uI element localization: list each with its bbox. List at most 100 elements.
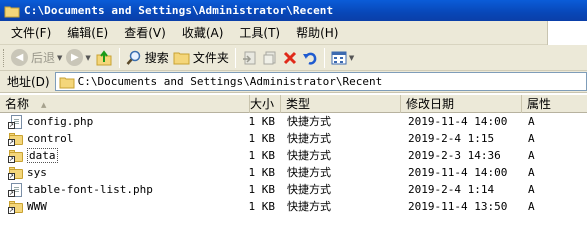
views-dropdown-icon[interactable]: ▼ [349, 54, 354, 62]
column-header-modified[interactable]: 修改日期 [401, 95, 522, 113]
list-item[interactable]: ↗ table-font-list.php 1 KB 快捷方式 2019-2-4… [0, 181, 587, 198]
document-shortcut-icon: ↗ [8, 114, 24, 129]
file-modified: 2019-2-4 1:15 [408, 132, 495, 145]
file-attributes: A [528, 149, 535, 162]
folder-shortcut-icon: ↗ [8, 149, 24, 163]
column-name-label: 名称 [5, 97, 30, 111]
views-button[interactable]: ▼ [329, 47, 356, 69]
list-item[interactable]: ↗ sys 1 KB 快捷方式 2019-11-4 14:00 A [0, 164, 587, 181]
file-attributes: A [528, 166, 535, 179]
back-button[interactable]: ◀ 后退 ▼ [9, 47, 64, 69]
list-item[interactable]: ↗ WWW 1 KB 快捷方式 2019-11-4 13:50 A [0, 198, 587, 215]
file-size: 1 KB [248, 132, 276, 145]
toolbar: ◀ 后退 ▼ ▶ ▼ 搜索 文件夹 ▼ [0, 45, 587, 71]
menu-help[interactable]: 帮助(H) [288, 23, 346, 43]
undo-button[interactable] [300, 47, 320, 69]
file-modified: 2019-11-4 14:00 [408, 166, 508, 179]
toolbar-separator [118, 47, 120, 68]
list-item-name-cell: ↗ config.php [8, 113, 93, 130]
file-size: 1 KB [248, 200, 276, 213]
file-modified: 2019-2-4 1:14 [408, 183, 495, 196]
file-name: WWW [27, 200, 47, 213]
list-item[interactable]: ↗ data 1 KB 快捷方式 2019-2-3 14:36 A [0, 147, 587, 164]
list-item[interactable]: ↗ config.php 1 KB 快捷方式 2019-11-4 14:00 A [0, 113, 587, 130]
window-title: C:\Documents and Settings\Administrator\… [24, 4, 334, 17]
windows-logo-area [547, 21, 587, 45]
file-name: control [27, 132, 74, 145]
folders-icon [173, 52, 190, 65]
menu-view[interactable]: 查看(V) [116, 23, 174, 43]
up-folder-button[interactable] [93, 47, 115, 69]
address-input[interactable]: C:\Documents and Settings\Administrator\… [54, 72, 587, 91]
file-size: 1 KB [248, 166, 276, 179]
file-type: 快捷方式 [287, 149, 331, 162]
undo-icon [302, 52, 317, 65]
file-modified: 2019-11-4 14:00 [408, 115, 508, 128]
copy-to-icon [263, 51, 276, 64]
back-label: 后退 [31, 51, 56, 65]
toolbar-separator [234, 47, 236, 68]
list-item-name-cell: ↗ WWW [8, 198, 47, 215]
move-to-icon [242, 51, 256, 64]
folder-icon [59, 75, 75, 89]
document-shortcut-icon: ↗ [8, 182, 24, 197]
file-list: ↗ config.php 1 KB 快捷方式 2019-11-4 14:00 A… [0, 113, 587, 215]
file-size: 1 KB [248, 115, 276, 128]
forward-button[interactable]: ▶ ▼ [64, 47, 92, 69]
folder-shortcut-icon: ↗ [8, 200, 24, 214]
file-type: 快捷方式 [287, 115, 331, 128]
file-size: 1 KB [248, 149, 276, 162]
file-type: 快捷方式 [287, 183, 331, 196]
address-path: C:\Documents and Settings\Administrator\… [77, 75, 383, 88]
file-name: config.php [27, 115, 94, 128]
forward-arrow-icon: ▶ [66, 49, 84, 66]
menu-edit[interactable]: 编辑(E) [59, 23, 116, 43]
column-modified-label: 修改日期 [406, 97, 455, 111]
back-dropdown-icon[interactable]: ▼ [57, 54, 62, 62]
file-attributes: A [528, 132, 535, 145]
list-item-name-cell: ↗ data [8, 147, 58, 164]
column-attributes-label: 属性 [527, 97, 552, 111]
menu-favorites[interactable]: 收藏(A) [174, 23, 232, 43]
column-header-name[interactable]: 名称 ▲ [0, 95, 250, 113]
file-attributes: A [528, 200, 535, 213]
copy-to-button[interactable] [260, 47, 280, 69]
folders-button[interactable]: 文件夹 [171, 47, 231, 69]
folder-icon [4, 4, 20, 18]
toolbar-grip[interactable] [3, 48, 6, 67]
column-header-type[interactable]: 类型 [281, 95, 401, 113]
folders-label: 文件夹 [192, 51, 229, 65]
column-type-label: 类型 [286, 97, 311, 111]
file-modified: 2019-2-3 14:36 [408, 149, 501, 162]
views-icon [331, 51, 347, 64]
search-label: 搜索 [144, 51, 169, 65]
file-modified: 2019-11-4 13:50 [408, 200, 508, 213]
toolbar-separator [323, 47, 325, 68]
sort-ascending-icon: ▲ [41, 101, 47, 109]
delete-button[interactable] [280, 47, 300, 69]
menu-file[interactable]: 文件(F) [0, 23, 59, 43]
move-to-button[interactable] [240, 47, 260, 69]
file-name: sys [27, 166, 47, 179]
delete-icon [283, 51, 296, 64]
search-icon [126, 50, 141, 65]
back-arrow-icon: ◀ [11, 49, 28, 66]
file-type: 快捷方式 [287, 132, 331, 145]
search-button[interactable]: 搜索 [124, 47, 171, 69]
menu-tools[interactable]: 工具(T) [231, 23, 288, 43]
file-type: 快捷方式 [287, 200, 331, 213]
list-item[interactable]: ↗ control 1 KB 快捷方式 2019-2-4 1:15 A [0, 130, 587, 147]
file-attributes: A [528, 115, 535, 128]
file-name: data [27, 148, 58, 163]
column-header-size[interactable]: 大小 [250, 95, 281, 113]
address-bar: 地址(D) C:\Documents and Settings\Administ… [0, 71, 587, 93]
list-item-name-cell: ↗ table-font-list.php [8, 181, 153, 198]
folder-shortcut-icon: ↗ [8, 132, 24, 146]
forward-dropdown-icon[interactable]: ▼ [85, 54, 90, 62]
address-label: 地址(D) [7, 75, 50, 89]
list-item-name-cell: ↗ sys [8, 164, 47, 181]
file-type: 快捷方式 [287, 166, 331, 179]
file-size: 1 KB [248, 183, 276, 196]
title-bar[interactable]: C:\Documents and Settings\Administrator\… [0, 0, 587, 21]
column-header-attributes[interactable]: 属性 [522, 95, 587, 113]
